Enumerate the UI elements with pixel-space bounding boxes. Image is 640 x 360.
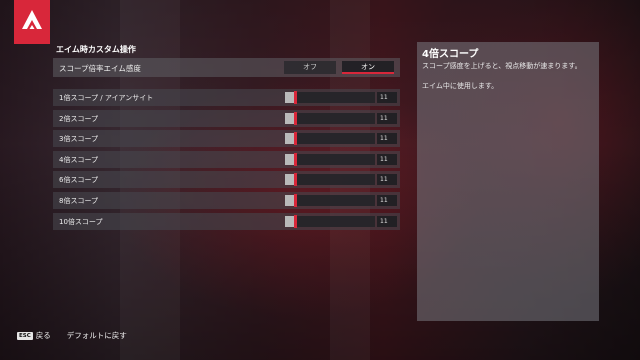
slider-value: 11 <box>377 174 397 186</box>
slider-label: 1倍スコープ / アイアンサイト <box>59 94 154 102</box>
toggle-option-on[interactable]: オン <box>342 61 394 74</box>
slider-fill <box>285 174 294 186</box>
slider-handle[interactable] <box>294 152 297 166</box>
reset-defaults-button[interactable]: デフォルトに戻す <box>67 330 127 341</box>
back-button[interactable]: 戻る <box>36 330 51 341</box>
slider-row-6x[interactable]: 6倍スコープ 11 <box>53 171 400 189</box>
slider-row-2x[interactable]: 2倍スコープ 11 <box>53 109 400 127</box>
description-text: スコープ感度を上げると、視点移動が速まります。 <box>422 62 582 70</box>
slider-track[interactable] <box>285 193 375 207</box>
description-panel: 4倍スコープ スコープ感度を上げると、視点移動が速まります。 エイム中に使用しま… <box>417 42 599 321</box>
slider-value: 11 <box>377 133 397 145</box>
slider-row-3x[interactable]: 3倍スコープ 11 <box>53 130 400 148</box>
slider-track[interactable] <box>285 173 375 187</box>
slider-fill <box>285 133 294 145</box>
slider-row-4x[interactable]: 4倍スコープ 11 <box>53 150 400 168</box>
slider-label: 8倍スコープ <box>59 196 99 205</box>
slider-value: 11 <box>377 112 397 124</box>
slider-value: 11 <box>377 92 397 103</box>
slider-row-10x[interactable]: 10倍スコープ 11 <box>53 212 400 230</box>
slider-fill <box>285 153 294 165</box>
description-text: エイム中に使用します。 <box>422 82 499 90</box>
slider-label: 2倍スコープ <box>59 114 99 123</box>
slider-track[interactable] <box>285 132 375 146</box>
slider-track[interactable] <box>285 152 375 166</box>
slider-label: 3倍スコープ <box>59 135 99 144</box>
toggle-label: スコープ倍率エイム感度 <box>59 64 141 73</box>
slider-track[interactable] <box>285 111 375 125</box>
slider-handle[interactable] <box>294 214 297 228</box>
description-title: 4倍スコープ <box>422 49 479 60</box>
apex-logo-icon <box>14 0 50 44</box>
section-title: エイム時カスタム操作 <box>56 45 136 54</box>
slider-label: 4倍スコープ <box>59 155 99 164</box>
footer-bar: ESC 戻る デフォルトに戻す <box>17 330 127 341</box>
slider-track[interactable] <box>285 214 375 228</box>
slider-value: 11 <box>377 194 397 206</box>
slider-handle[interactable] <box>294 132 297 146</box>
slider-value: 11 <box>377 215 397 227</box>
slider-fill <box>285 194 294 206</box>
slider-handle[interactable] <box>294 173 297 187</box>
slider-fill <box>285 215 294 227</box>
scope-sensitivity-toggle-row[interactable]: スコープ倍率エイム感度 オフ オン <box>53 58 400 77</box>
slider-fill <box>285 112 294 124</box>
slider-label: 6倍スコープ <box>59 176 99 185</box>
slider-value: 11 <box>377 153 397 165</box>
slider-track[interactable] <box>285 91 375 104</box>
slider-row-1x[interactable]: 1倍スコープ / アイアンサイト 11 <box>53 89 400 106</box>
slider-handle[interactable] <box>294 193 297 207</box>
esc-key-icon: ESC <box>17 331 33 340</box>
slider-label: 10倍スコープ <box>59 217 103 226</box>
slider-handle[interactable] <box>294 111 297 125</box>
slider-handle[interactable] <box>294 91 297 104</box>
slider-fill <box>285 92 294 103</box>
toggle-option-off[interactable]: オフ <box>284 61 336 74</box>
slider-row-8x[interactable]: 8倍スコープ 11 <box>53 191 400 209</box>
sensitivity-slider-list: 1倍スコープ / アイアンサイト 11 2倍スコープ 11 3倍スコープ 11 … <box>53 89 400 233</box>
